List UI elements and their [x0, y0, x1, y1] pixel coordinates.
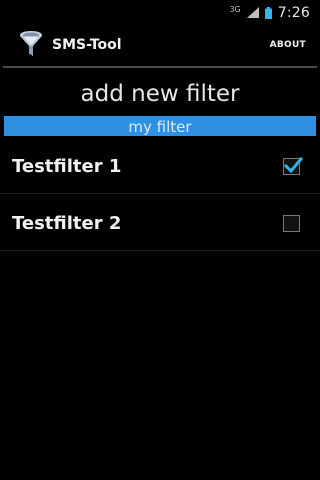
battery-icon	[264, 6, 272, 19]
filter-enabled-checkbox[interactable]	[283, 215, 300, 232]
action-bar-divider	[3, 66, 317, 68]
status-bar: 3G 7:26	[0, 0, 320, 25]
funnel-filter-icon	[20, 31, 42, 56]
filter-label: Testfilter 2	[12, 213, 122, 234]
filter-list-item[interactable]: Testfilter 1	[0, 138, 320, 194]
app-title: SMS-Tool	[52, 37, 122, 53]
signal-strength-icon	[246, 7, 259, 18]
filter-enabled-checkbox[interactable]	[283, 156, 303, 175]
filter-list-item[interactable]: Testfilter 2	[0, 195, 320, 251]
filter-label: Testfilter 1	[12, 156, 122, 177]
action-bar: SMS-Tool ABOUT	[0, 25, 320, 66]
network-type-label: 3G	[229, 4, 241, 14]
checkmark-icon	[283, 156, 303, 174]
section-header-my-filter: my filter	[4, 116, 316, 136]
about-button[interactable]: ABOUT	[270, 40, 306, 50]
clock: 7:26	[277, 4, 310, 21]
add-new-filter-button[interactable]: add new filter	[0, 74, 320, 114]
